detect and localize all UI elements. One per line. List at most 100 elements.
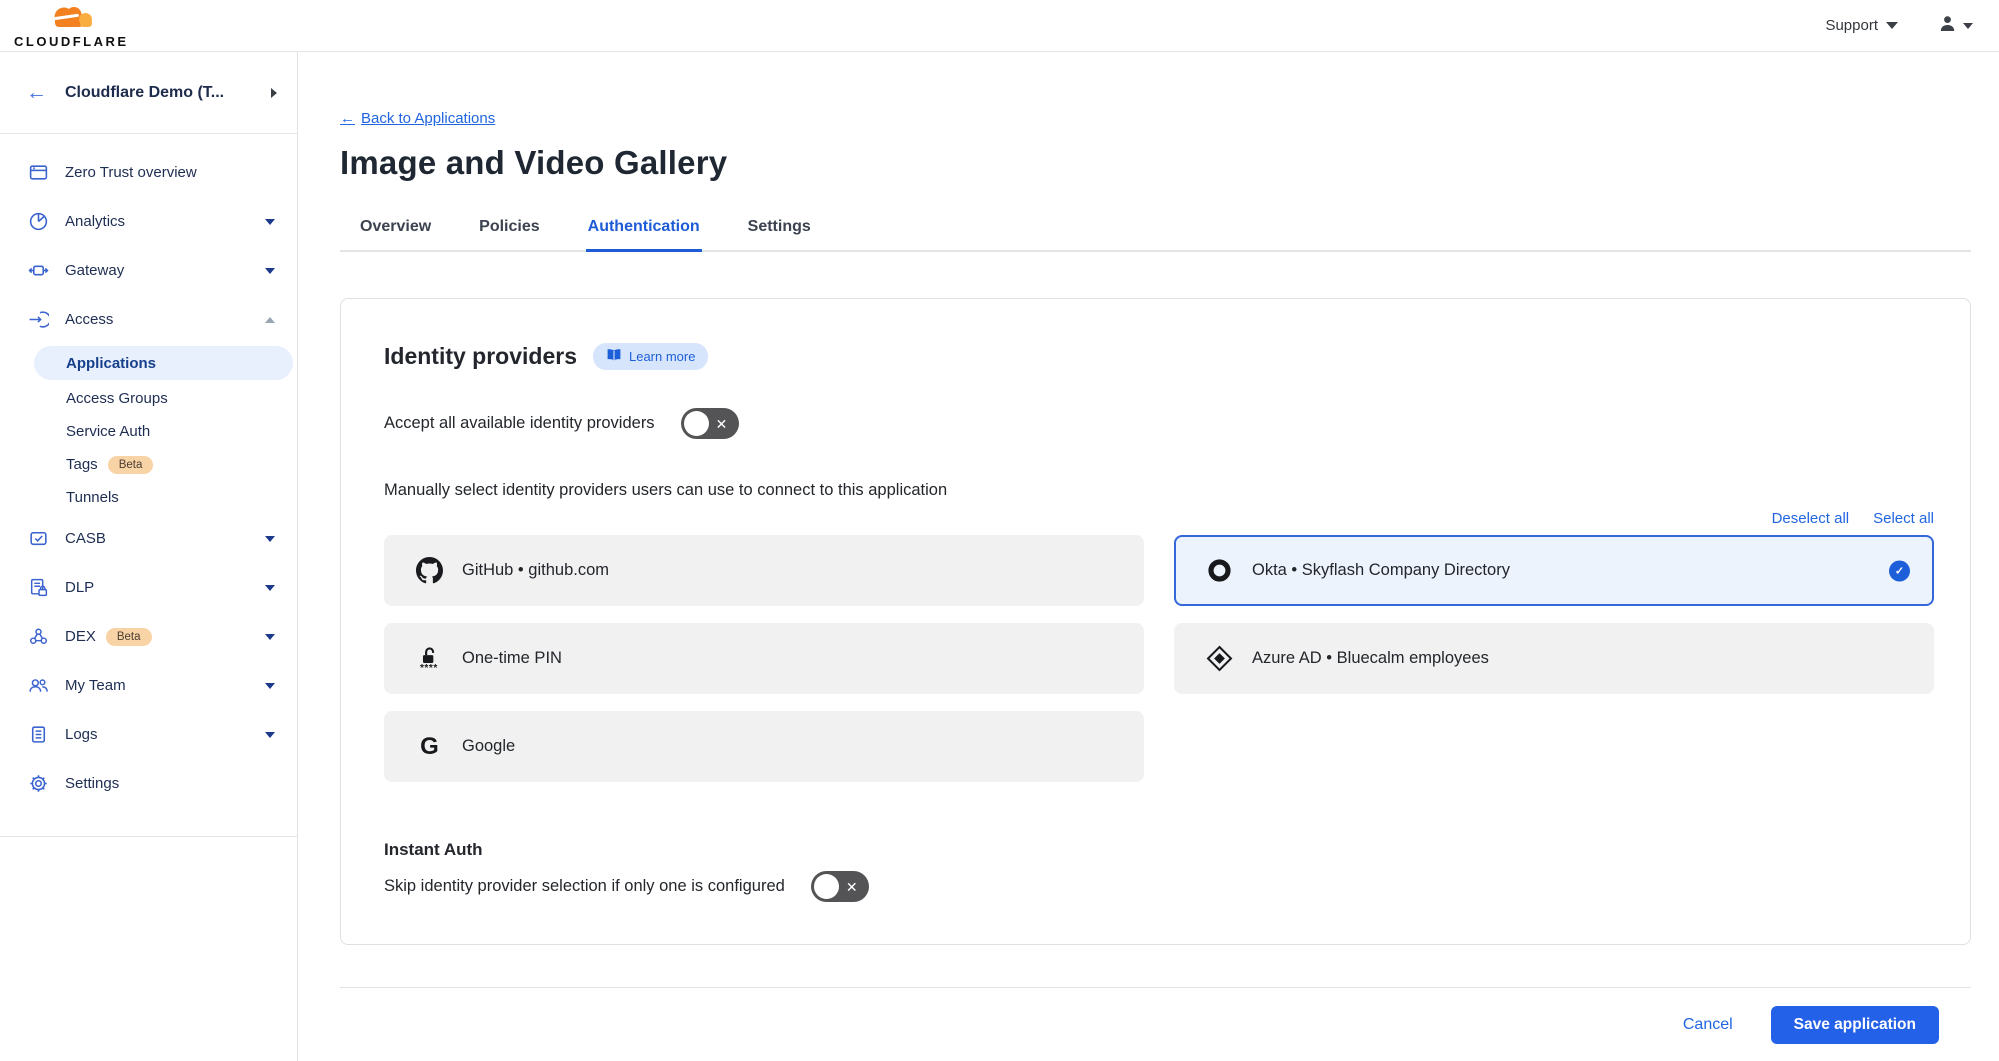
topbar: CLOUDFLARE Support — [0, 0, 1999, 52]
azure-ad-icon — [1206, 645, 1233, 672]
footer-actions: Cancel Save application — [340, 1006, 1971, 1044]
identity-providers-card: Identity providers Learn more Accept all… — [340, 298, 1971, 945]
provider-tile-github[interactable]: GitHub • github.com — [384, 535, 1144, 606]
one-time-pin-lock-icon: **** — [416, 645, 443, 672]
back-arrow-icon[interactable]: ← — [26, 81, 47, 105]
overview-window-icon — [28, 162, 49, 183]
back-arrow-icon: ← — [340, 110, 355, 127]
provider-name: GitHub • github.com — [462, 561, 609, 580]
sidebar-item-label: Logs — [65, 726, 98, 743]
google-icon: G — [416, 733, 443, 760]
sidebar-item-applications[interactable]: Applications — [34, 346, 293, 380]
provider-tile-one-time-pin[interactable]: **** One-time PIN — [384, 623, 1144, 694]
tab-bar: Overview Policies Authentication Setting… — [340, 208, 1971, 252]
beta-badge: Beta — [106, 628, 152, 646]
manual-select-text: Manually select identity providers users… — [384, 481, 1934, 500]
tab-policies[interactable]: Policies — [477, 208, 541, 252]
chevron-down-icon — [265, 219, 275, 225]
team-people-icon — [28, 675, 49, 696]
main-content: ← Back to Applications Image and Video G… — [298, 52, 1999, 1061]
sidebar-item-service-auth[interactable]: Service Auth — [0, 415, 297, 448]
sidebar-item-casb[interactable]: CASB — [0, 514, 297, 563]
sidebar-item-analytics[interactable]: Analytics — [0, 197, 297, 246]
support-label: Support — [1825, 17, 1878, 34]
provider-name: Azure AD • Bluecalm employees — [1252, 649, 1489, 668]
cancel-button[interactable]: Cancel — [1683, 1016, 1733, 1034]
sidebar-item-zero-trust-overview[interactable]: Zero Trust overview — [0, 148, 297, 197]
book-icon — [606, 348, 622, 365]
back-to-applications-link[interactable]: ← Back to Applications — [340, 110, 495, 127]
access-icon — [28, 309, 49, 330]
sidebar-item-dlp[interactable]: DLP — [0, 563, 297, 612]
sidebar-item-access-groups[interactable]: Access Groups — [0, 382, 297, 415]
sidebar-item-dex[interactable]: DEX Beta — [0, 612, 297, 661]
chevron-right-icon — [271, 88, 277, 98]
sidebar-item-label: Zero Trust overview — [65, 164, 197, 181]
sidebar-nav: Zero Trust overview Analytics Gateway — [0, 134, 297, 837]
chevron-down-icon — [1886, 22, 1898, 29]
chevron-down-icon — [265, 634, 275, 640]
support-menu[interactable]: Support — [1825, 17, 1898, 34]
sidebar-item-access[interactable]: Access — [0, 295, 297, 344]
tab-authentication[interactable]: Authentication — [586, 208, 702, 252]
learn-more-badge[interactable]: Learn more — [593, 343, 708, 370]
provider-tile-azure-ad[interactable]: Azure AD • Bluecalm employees — [1174, 623, 1934, 694]
selected-check-icon: ✓ — [1889, 560, 1910, 581]
sidebar-item-tunnels[interactable]: Tunnels — [0, 481, 297, 514]
dex-network-icon — [28, 626, 49, 647]
footer-divider — [340, 987, 1971, 988]
cloudflare-cloud-icon — [43, 3, 99, 34]
chevron-down-icon — [265, 585, 275, 591]
sidebar-subitem-label: Tunnels — [66, 489, 119, 506]
beta-badge: Beta — [108, 456, 154, 474]
sidebar-item-label: Settings — [65, 775, 119, 792]
okta-icon — [1206, 557, 1233, 584]
svg-text:****: **** — [420, 663, 438, 672]
toggle-knob — [684, 411, 709, 436]
instant-auth-heading: Instant Auth — [384, 840, 1934, 860]
dlp-document-lock-icon — [28, 577, 49, 598]
sidebar-item-gateway[interactable]: Gateway — [0, 246, 297, 295]
sidebar-item-label: DLP — [65, 579, 94, 596]
logs-document-icon — [28, 724, 49, 745]
sidebar-item-logs[interactable]: Logs — [0, 710, 297, 759]
account-switcher[interactable]: ← Cloudflare Demo (T... — [0, 52, 297, 134]
card-heading: Identity providers — [384, 343, 577, 370]
cloudflare-logo[interactable]: CLOUDFLARE — [14, 3, 129, 48]
account-name: Cloudflare Demo (T... — [65, 84, 263, 102]
sidebar-item-label: Gateway — [65, 262, 124, 279]
provider-grid: GitHub • github.com Okta • Skyflash Comp… — [384, 535, 1934, 782]
sidebar-subitem-label: Service Auth — [66, 423, 150, 440]
select-all-link[interactable]: Select all — [1873, 510, 1934, 527]
chevron-down-icon — [265, 536, 275, 542]
sidebar-item-label: CASB — [65, 530, 106, 547]
save-application-button[interactable]: Save application — [1771, 1006, 1939, 1044]
accept-all-label: Accept all available identity providers — [384, 414, 655, 433]
gateway-icon — [28, 260, 49, 281]
deselect-all-link[interactable]: Deselect all — [1772, 510, 1850, 527]
instant-auth-toggle[interactable]: ✕ — [811, 871, 869, 902]
sidebar: ← Cloudflare Demo (T... Zero Trust overv… — [0, 52, 298, 1061]
sidebar-item-label: Access — [65, 311, 113, 328]
provider-tile-google[interactable]: G Google — [384, 711, 1144, 782]
sidebar-divider — [0, 836, 297, 837]
sidebar-item-label: Analytics — [65, 213, 125, 230]
user-avatar-icon — [1938, 14, 1957, 38]
provider-name: Okta • Skyflash Company Directory — [1252, 561, 1510, 580]
sidebar-item-my-team[interactable]: My Team — [0, 661, 297, 710]
chevron-down-icon — [265, 732, 275, 738]
user-menu[interactable] — [1938, 14, 1973, 38]
accept-all-toggle[interactable]: ✕ — [681, 408, 739, 439]
toggle-knob — [814, 874, 839, 899]
gear-icon — [28, 773, 49, 794]
provider-name: One-time PIN — [462, 649, 562, 668]
tab-settings[interactable]: Settings — [746, 208, 813, 252]
sidebar-item-tags[interactable]: Tags Beta — [0, 448, 297, 481]
learn-more-label: Learn more — [629, 349, 695, 364]
tab-overview[interactable]: Overview — [358, 208, 433, 252]
chevron-down-icon — [265, 268, 275, 274]
instant-auth-label: Skip identity provider selection if only… — [384, 877, 785, 896]
sidebar-item-settings[interactable]: Settings — [0, 759, 297, 808]
google-g-glyph: G — [420, 733, 439, 761]
provider-tile-okta[interactable]: Okta • Skyflash Company Directory ✓ — [1174, 535, 1934, 606]
